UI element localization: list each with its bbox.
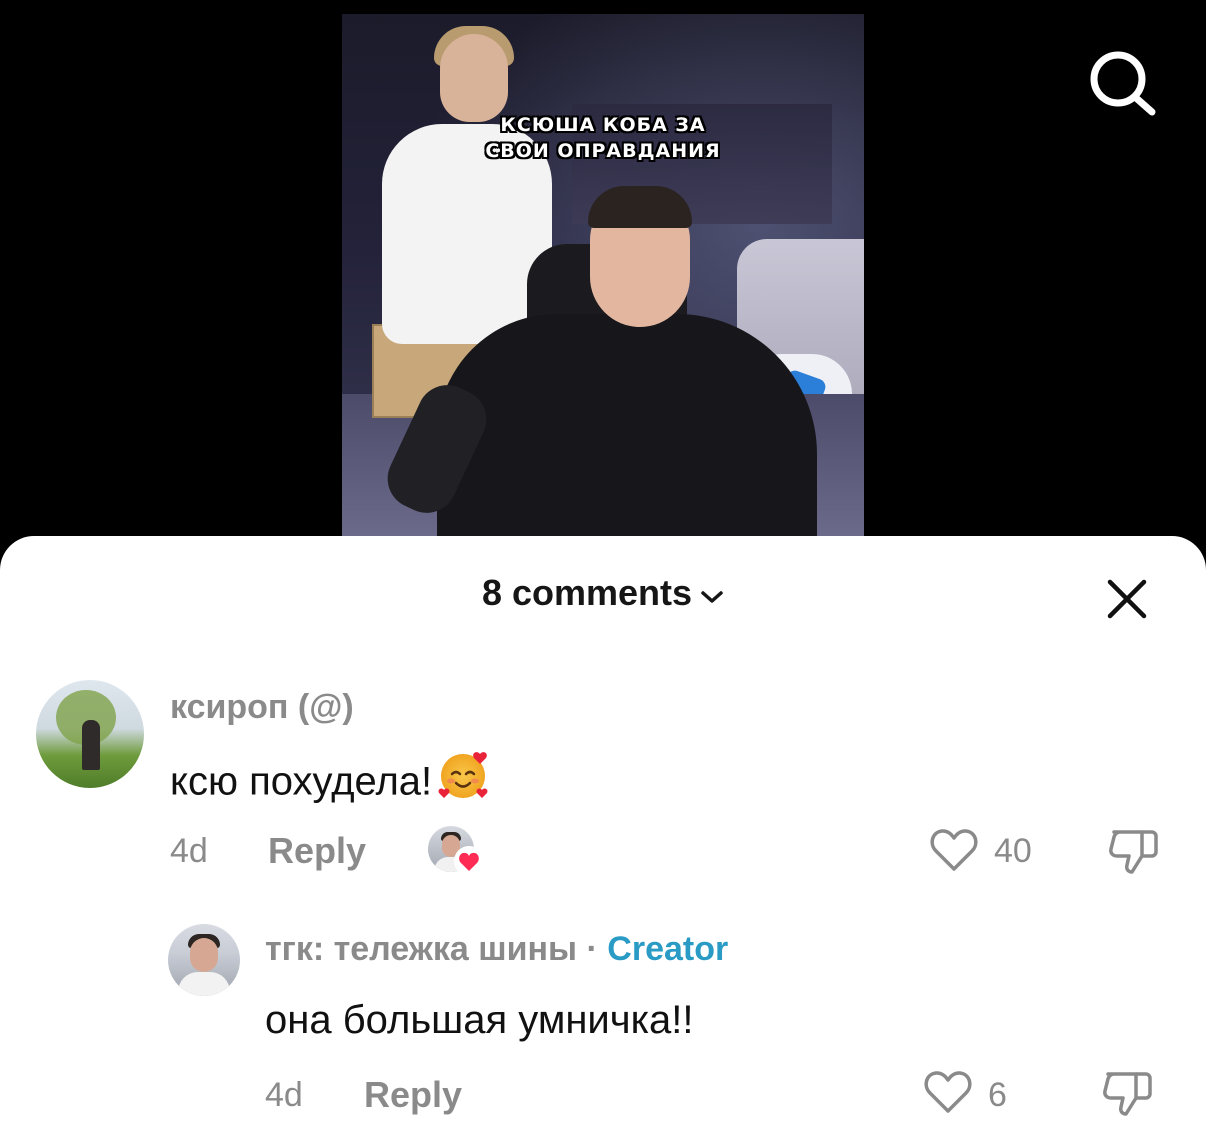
reply-button[interactable]: Reply: [364, 1074, 462, 1116]
dislike-button[interactable]: [1106, 826, 1162, 881]
heart-badge-icon: [454, 846, 484, 876]
avatar[interactable]: [168, 924, 240, 996]
video-man-hair: [588, 186, 692, 228]
close-button[interactable]: [1104, 576, 1150, 622]
comment-time: 4d: [170, 832, 208, 870]
search-button[interactable]: [1088, 48, 1158, 118]
dislike-button[interactable]: [1100, 1068, 1156, 1123]
comments-sheet: 8 comments ксироп (@) ксю похудела! 4d R…: [0, 536, 1206, 1138]
video-player[interactable]: КСЮША КОБА ЗА СВОИ ОПРАВДАНИЯ: [342, 14, 864, 536]
like-count: 40: [994, 832, 1032, 870]
reply-username-line: тгк: тележка шины · Creator: [265, 930, 728, 969]
comments-count-title: 8 comments: [481, 572, 693, 613]
reply-button[interactable]: Reply: [268, 830, 366, 872]
search-icon: [1090, 51, 1156, 116]
comment-text-content: ксю похудела!: [170, 759, 433, 804]
video-caption-line2: СВОИ ОПРАВДАНИЯ: [485, 140, 721, 162]
video-caption-overlay: КСЮША КОБА ЗА СВОИ ОПРАВДАНИЯ: [342, 112, 864, 164]
video-caption-line1: КСЮША КОБА ЗА: [500, 114, 706, 136]
like-button[interactable]: [922, 1068, 974, 1121]
comment-username[interactable]: тгк: тележка шины: [265, 930, 577, 968]
thumbs-down-icon: [1109, 830, 1158, 874]
smiling-face-with-hearts-icon: [436, 746, 494, 814]
video-woman-head: [440, 34, 508, 122]
chevron-down-icon: [700, 572, 724, 614]
like-button[interactable]: [928, 826, 980, 879]
video-man: [437, 314, 817, 536]
like-count: 6: [988, 1076, 1007, 1114]
heart-outline-icon: [924, 1071, 972, 1113]
thumbs-down-icon: [1103, 1072, 1152, 1116]
comment-username[interactable]: ксироп (@): [170, 688, 354, 727]
avatar[interactable]: [36, 680, 144, 788]
heart-outline-icon: [930, 829, 978, 871]
comment-text: ксю похудела!: [170, 752, 494, 814]
creator-badge: Creator: [607, 930, 729, 968]
avatar-shirt: [178, 972, 230, 996]
username-separator: ·: [586, 930, 598, 968]
avatar-face: [190, 938, 218, 972]
comment-text: она большая умничка!!: [265, 998, 694, 1042]
avatar-person: [82, 720, 100, 770]
close-icon: [1107, 579, 1147, 619]
comment-time: 4d: [265, 1076, 303, 1114]
comments-header[interactable]: 8 comments: [0, 572, 1206, 614]
